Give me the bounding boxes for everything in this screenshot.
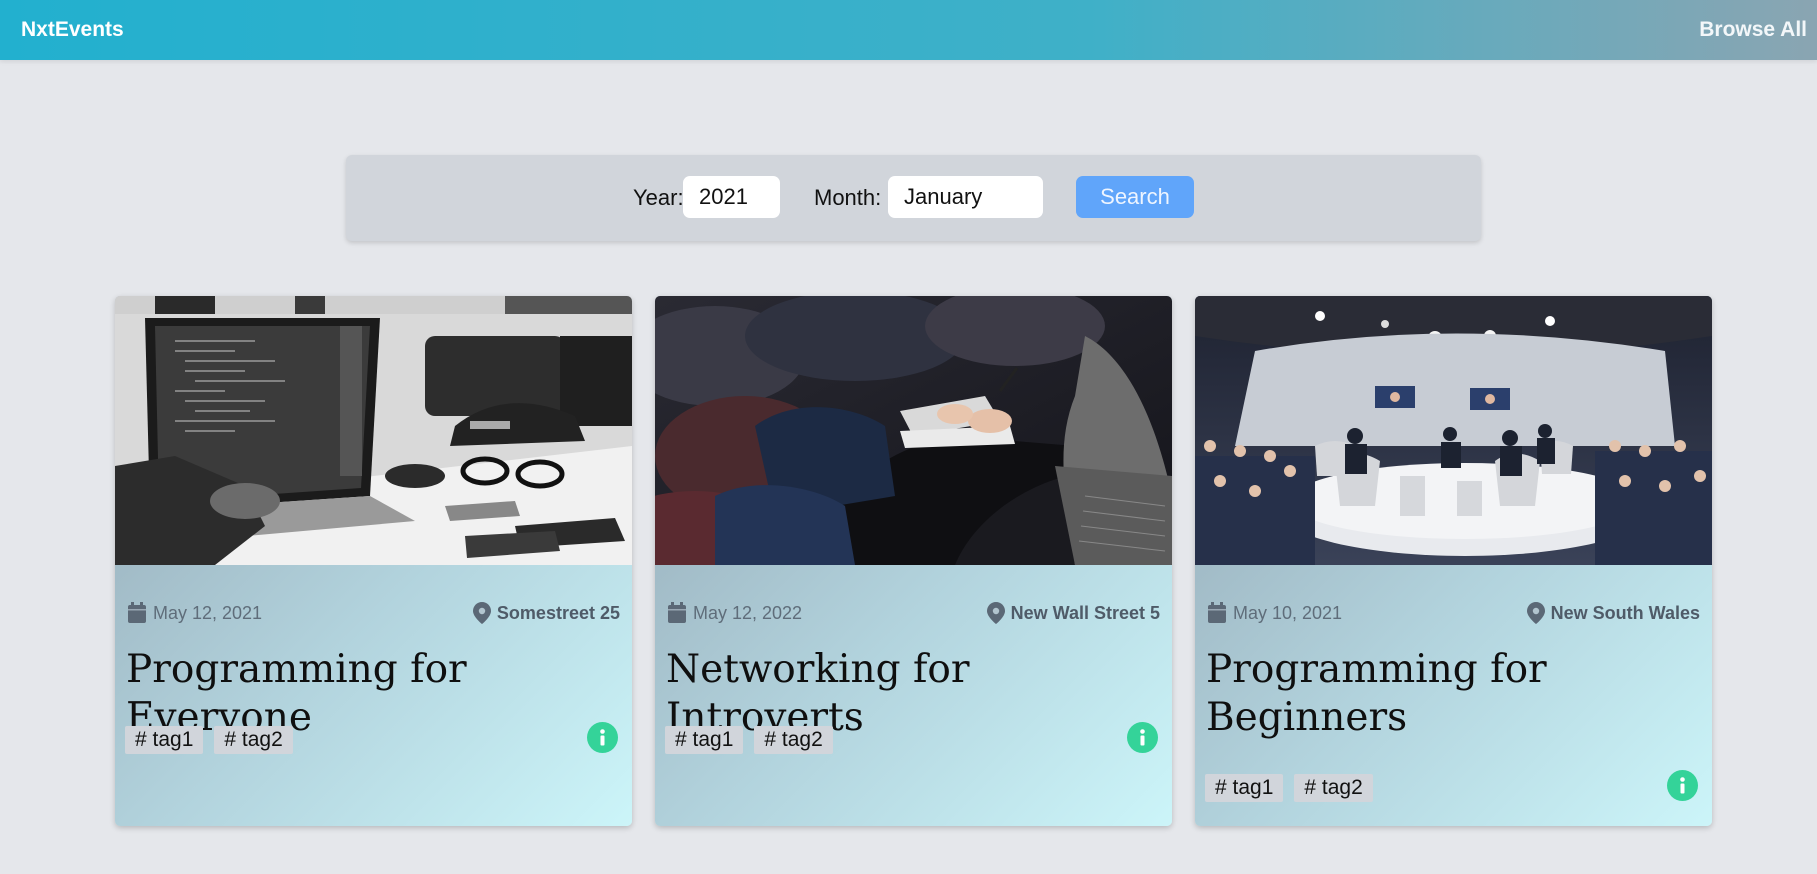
event-card: May 12, 2021 Somestreet 25 Programming f… [115,296,632,826]
tag-chip[interactable]: # tag1 [1205,774,1284,802]
event-location: New South Wales [1550,602,1700,623]
calendar-icon [1208,602,1226,623]
tag-list: # tag1 # tag2 [125,726,304,754]
tag-chip[interactable]: # tag2 [1294,774,1373,802]
info-icon [600,729,605,746]
tag-chip[interactable]: # tag1 [665,726,744,754]
calendar-icon [668,602,686,623]
event-search-form: Year: Month: Search [346,155,1481,241]
event-image-laptop [115,296,632,565]
info-icon [1140,729,1145,746]
event-image-audience [655,296,1172,565]
tag-chip[interactable]: # tag1 [125,726,204,754]
calendar-icon [128,602,146,623]
year-input[interactable] [683,176,780,218]
event-image-panel [1195,296,1712,565]
tag-chip[interactable]: # tag2 [754,726,833,754]
year-label: Year: [633,185,684,210]
event-date: May 12, 2021 [153,602,263,623]
event-title: Programming for Beginners [1206,647,1547,740]
top-navigation-bar: NxtEvents Browse All [0,0,1817,60]
event-location: Somestreet 25 [496,602,620,623]
map-pin-icon [1526,602,1545,624]
brand-logo-link[interactable]: NxtEvents [21,18,124,42]
info-button[interactable] [1667,770,1698,801]
month-input[interactable] [888,176,1043,218]
tag-chip[interactable]: # tag2 [214,726,293,754]
event-date: May 12, 2022 [693,602,803,623]
search-button[interactable]: Search [1076,176,1194,218]
map-pin-icon [472,602,491,624]
event-date: May 10, 2021 [1233,602,1343,623]
tag-list: # tag1 # tag2 [1205,774,1384,802]
month-label: Month: [814,185,882,210]
info-button[interactable] [587,722,618,753]
info-button[interactable] [1127,722,1158,753]
map-pin-icon [986,602,1005,624]
browse-all-link[interactable]: Browse All [1699,18,1807,42]
event-card: May 12, 2022 New Wall Street 5 Networkin… [655,296,1172,826]
event-location: New Wall Street 5 [1010,602,1160,623]
info-icon [1680,777,1685,794]
tag-list: # tag1 # tag2 [665,726,844,754]
event-card: May 10, 2021 New South Wales Programming… [1195,296,1712,826]
